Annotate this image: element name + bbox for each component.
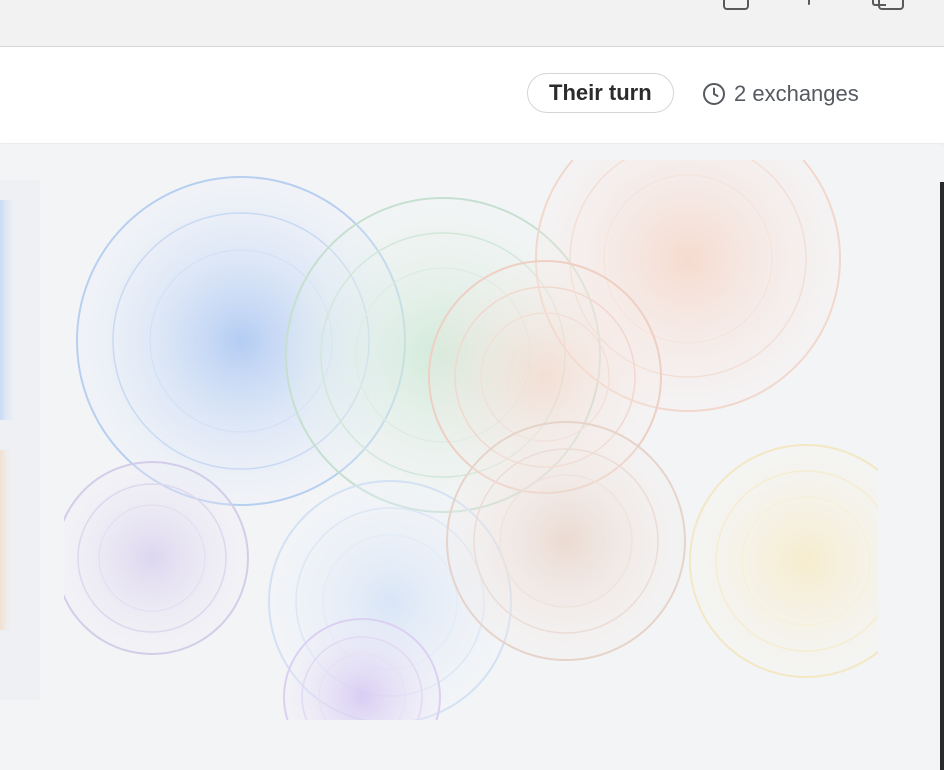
violet-circle [283, 618, 441, 720]
tan-circle [446, 421, 686, 661]
clock-icon [703, 83, 725, 105]
yellow-circle [689, 444, 878, 678]
conversation-header: Their turn 2 exchanges [0, 47, 944, 143]
lavender-circle [64, 461, 249, 655]
exchange-count: 2 exchanges [702, 81, 859, 107]
concentric-circles-artwork [0, 160, 878, 720]
copy-icon[interactable] [872, 0, 904, 10]
exchange-count-label: 2 exchanges [734, 81, 859, 106]
share-icon[interactable] [808, 0, 810, 5]
artwork-canvas [0, 144, 940, 770]
window-icon[interactable] [723, 0, 749, 10]
scrollbar[interactable] [940, 182, 944, 770]
window-toolbar [0, 0, 944, 47]
turn-status-badge[interactable]: Their turn [527, 73, 674, 113]
